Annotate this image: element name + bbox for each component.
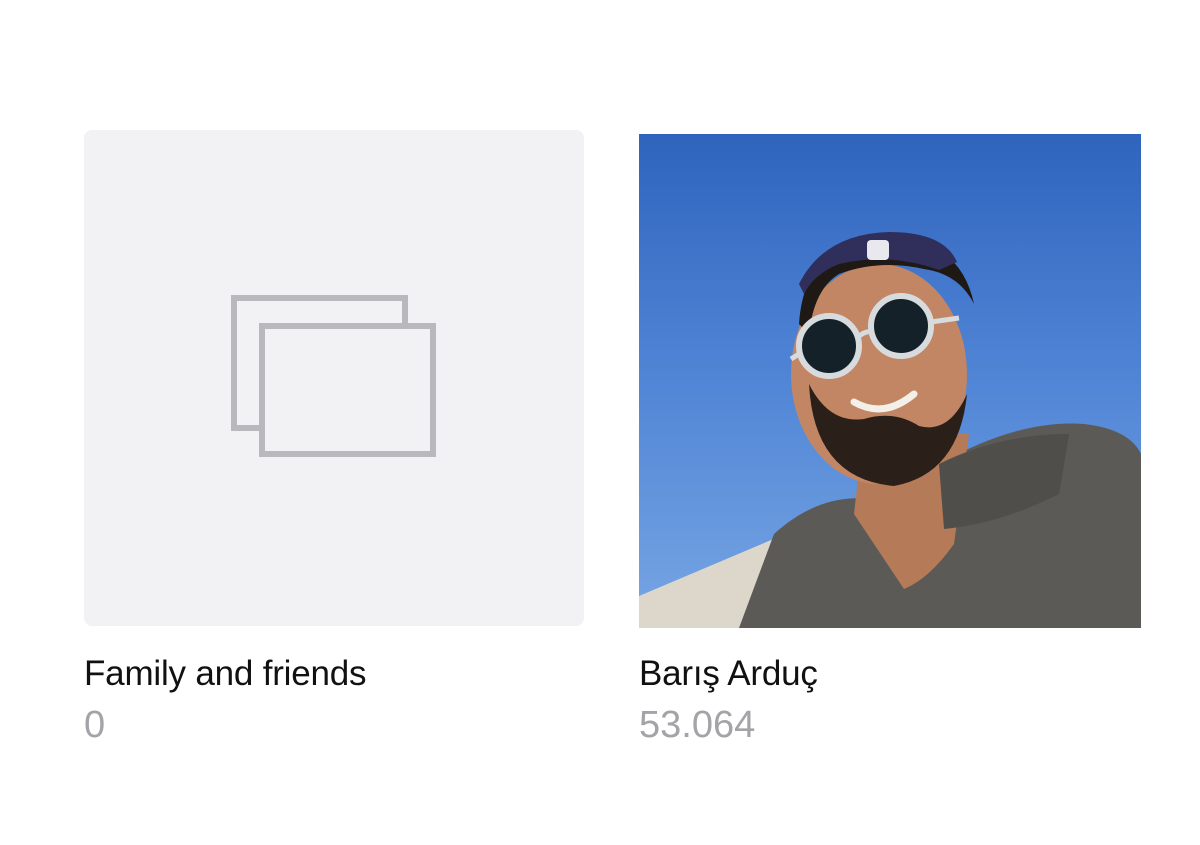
album-thumbnail-placeholder[interactable] xyxy=(84,130,584,626)
album-thumbnail-photo[interactable] xyxy=(639,134,1141,628)
album-photo-count: 0 xyxy=(84,704,106,746)
album-photo-count: 53.064 xyxy=(639,704,756,746)
stacked-photos-icon xyxy=(231,295,436,457)
album-title: Family and friends xyxy=(84,654,367,693)
album-title: Barış Arduç xyxy=(639,654,818,693)
person-selfie-photo xyxy=(639,232,1141,628)
